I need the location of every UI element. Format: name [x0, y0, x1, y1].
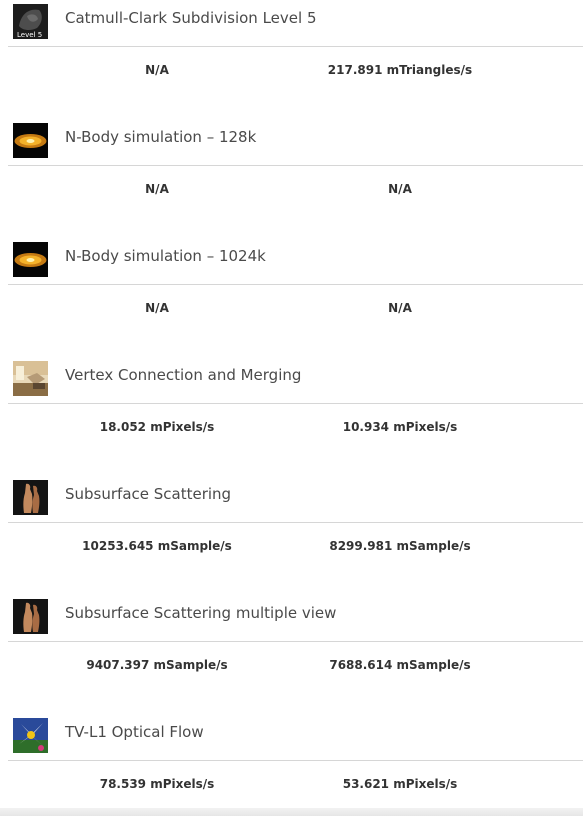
benchmark-row: N-Body simulation – 128k N/A N/A [0, 119, 583, 238]
page-bottom-edge [0, 808, 583, 816]
divider [8, 46, 583, 47]
thumbnail-caption: Level 5 [17, 31, 42, 39]
divider [8, 641, 583, 642]
benchmark-header: TV-L1 Optical Flow [0, 714, 583, 760]
result-value-1: 78.539 mPixels/s [99, 777, 215, 791]
result-value-2: 53.621 mPixels/s [342, 777, 458, 791]
benchmark-header: Subsurface Scattering [0, 476, 583, 522]
divider [8, 522, 583, 523]
benchmark-row: Subsurface Scattering 10253.645 mSample/… [0, 476, 583, 595]
result-value-1: N/A [145, 301, 169, 315]
benchmark-header: Level 5 Catmull-Clark Subdivision Level … [0, 0, 583, 46]
benchmark-title: TV-L1 Optical Flow [65, 723, 204, 741]
divider [8, 403, 583, 404]
divider [8, 165, 583, 166]
benchmark-title: N-Body simulation – 1024k [65, 247, 266, 265]
divider [8, 284, 583, 285]
flower-thumbnail [13, 718, 48, 753]
benchmark-row: N-Body simulation – 1024k N/A N/A [0, 238, 583, 357]
subdivision-level5-thumbnail: Level 5 [13, 4, 48, 39]
galaxy-thumbnail [13, 242, 48, 277]
statue-thumbnail [13, 480, 48, 515]
benchmark-header: N-Body simulation – 128k [0, 119, 583, 165]
result-value-1: 18.052 mPixels/s [99, 420, 215, 434]
benchmark-title: N-Body simulation – 128k [65, 128, 257, 146]
result-value-1: 10253.645 mSample/s [82, 539, 232, 553]
benchmark-title: Catmull-Clark Subdivision Level 5 [65, 9, 317, 27]
result-value-1: 9407.397 mSample/s [86, 658, 228, 672]
result-value-2: 8299.981 mSample/s [329, 539, 471, 553]
statue-thumbnail [13, 599, 48, 634]
result-value-2: 10.934 mPixels/s [342, 420, 458, 434]
divider [8, 760, 583, 761]
benchmark-title: Vertex Connection and Merging [65, 366, 302, 384]
room-render-thumbnail [13, 361, 48, 396]
result-value-2: N/A [388, 301, 412, 315]
result-value-2: 217.891 mTriangles/s [327, 63, 473, 77]
benchmark-row: Vertex Connection and Merging 18.052 mPi… [0, 357, 583, 476]
benchmark-title: Subsurface Scattering [65, 485, 232, 503]
benchmark-list: Level 5 Catmull-Clark Subdivision Level … [0, 0, 583, 833]
benchmark-title: Subsurface Scattering multiple view [65, 604, 337, 622]
galaxy-thumbnail [13, 123, 48, 158]
benchmark-row: Subsurface Scattering multiple view 9407… [0, 595, 583, 714]
result-value-1: N/A [145, 182, 169, 196]
benchmark-row: Level 5 Catmull-Clark Subdivision Level … [0, 0, 583, 119]
benchmark-header: Subsurface Scattering multiple view [0, 595, 583, 641]
result-value-1: N/A [145, 63, 169, 77]
benchmark-header: N-Body simulation – 1024k [0, 238, 583, 284]
benchmark-header: Vertex Connection and Merging [0, 357, 583, 403]
result-value-2: 7688.614 mSample/s [329, 658, 471, 672]
result-value-2: N/A [388, 182, 412, 196]
